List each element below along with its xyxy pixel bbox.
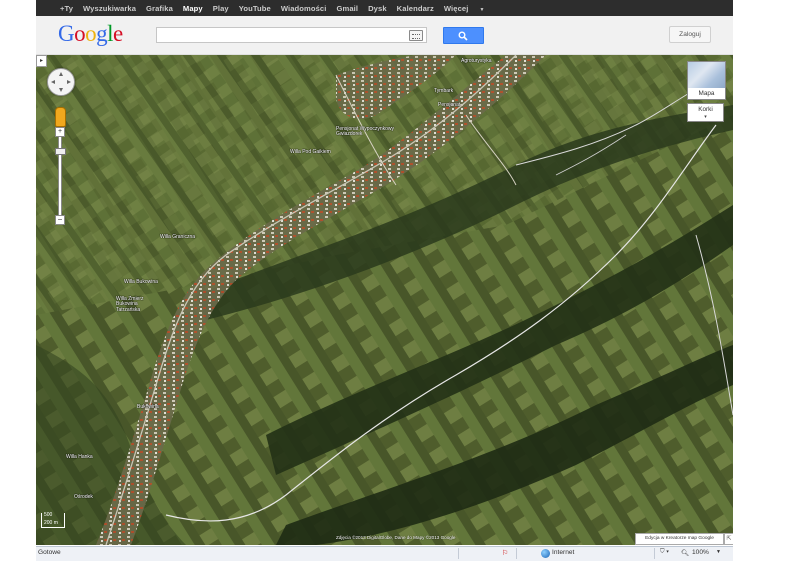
nav-item-more[interactable]: Więcej ▼ [444, 4, 495, 13]
search-icon [458, 31, 468, 41]
map-type-button[interactable]: Mapa [687, 61, 726, 100]
arrow-up-icon[interactable] [59, 72, 63, 76]
nav-item-search[interactable]: Wyszukiwarka [83, 4, 136, 13]
edit-in-map-maker-link[interactable]: Edycja w Kreatorze map Google [635, 533, 724, 545]
map-label[interactable]: Willa Bukowina [124, 279, 158, 285]
map-label[interactable]: Agroturystyka [461, 58, 492, 64]
keyboard-icon[interactable] [409, 30, 423, 41]
status-divider [458, 548, 459, 559]
map-type-label: Mapa [688, 88, 725, 99]
zone-label: Internet [552, 549, 575, 556]
map-type-thumbnail [688, 62, 725, 88]
map-label[interactable]: Willa Pod Gaikiem [290, 149, 331, 155]
browser-status-bar: Gotowe ⚐ Internet ⛉ ▾ 🔍︎ 100% ▼ [36, 546, 733, 561]
nav-item-play[interactable]: Play [213, 4, 229, 13]
map-label[interactable]: Willa Graniczna [160, 234, 195, 240]
google-top-bar: +Ty Wyszukiwarka Grafika Mapy Play YouTu… [36, 0, 733, 16]
zoom-level[interactable]: 100% [692, 549, 709, 556]
nav-item-drive[interactable]: Dysk [368, 4, 387, 13]
logo-letter: o [85, 21, 97, 46]
google-logo[interactable]: Google [58, 21, 123, 47]
nav-item-images[interactable]: Grafika [146, 4, 173, 13]
traffic-label: Korki [698, 106, 713, 113]
login-button[interactable]: Zaloguj [669, 26, 711, 43]
map-label[interactable]: Pensjonat Wypoczynkowy Gwiazdorek [336, 126, 396, 138]
protected-mode-icon[interactable]: ⚐ [502, 549, 510, 558]
status-divider [516, 548, 517, 559]
scale-bar: 500 200 m [41, 512, 65, 528]
search-button[interactable] [443, 27, 484, 44]
nav-item-plus-ty[interactable]: +Ty [60, 4, 73, 13]
security-icon[interactable]: ⛉ ▾ [660, 549, 669, 556]
zoom-out-button[interactable]: − [55, 215, 65, 225]
nav-item-calendar[interactable]: Kalendarz [397, 4, 434, 13]
chevron-down-icon: ▾ [704, 114, 707, 120]
street-view-pegman-icon[interactable] [55, 107, 66, 127]
logo-letter: e [113, 21, 123, 46]
nav-item-gmail[interactable]: Gmail [336, 4, 358, 13]
chevron-down-icon[interactable]: ▼ [716, 549, 721, 555]
map-label[interactable]: Bukowina [137, 404, 159, 410]
map-label[interactable]: Willa Zmierz Bukowina Tatrzańska [116, 296, 156, 313]
logo-letter: g [96, 21, 108, 46]
status-text: Gotowe [38, 549, 61, 556]
zoom-slider-handle[interactable] [55, 148, 66, 155]
arrow-down-icon[interactable] [59, 88, 63, 92]
map-label[interactable]: Willa Hanka [66, 454, 93, 460]
zoom-level-icon[interactable]: 🔍︎ [681, 549, 689, 557]
arrow-left-icon[interactable] [51, 80, 55, 84]
search-header: Google Zaloguj [36, 16, 733, 55]
search-input[interactable] [156, 27, 427, 43]
satellite-map[interactable]: Agroturystyka Tymbark Pensjonat Pensjona… [36, 55, 733, 545]
pan-control[interactable] [47, 68, 75, 96]
scale-bottom-label: 200 m [44, 520, 58, 526]
map-label[interactable]: Pensjonat [438, 102, 460, 108]
nav-item-youtube[interactable]: YouTube [239, 4, 271, 13]
resize-corner-icon[interactable]: ⇱ [724, 533, 733, 545]
logo-letter: G [58, 21, 75, 46]
browser-viewport: +Ty Wyszukiwarka Grafika Mapy Play YouTu… [36, 0, 733, 560]
nav-item-more-label: Więcej [443, 3, 469, 13]
logo-letter: o [74, 21, 86, 46]
collapse-panel-button[interactable]: ▸ [36, 55, 47, 67]
chevron-down-icon: ▼ [479, 6, 485, 13]
status-divider [654, 548, 655, 559]
nav-item-news[interactable]: Wiadomości [281, 4, 327, 13]
scale-top-label: 500 [44, 512, 53, 518]
nav-item-maps[interactable]: Mapy [183, 4, 203, 13]
internet-zone-icon [541, 549, 550, 558]
arrow-right-icon[interactable] [67, 80, 71, 84]
map-label[interactable]: Ośrodek [74, 494, 93, 500]
map-label[interactable]: Tymbark [434, 88, 453, 94]
map-copyright: Zdjęcia ©2013 DigitalGlobe, Dane do Mapy… [336, 535, 456, 540]
traffic-layer-button[interactable]: Korki ▾ [687, 103, 724, 122]
